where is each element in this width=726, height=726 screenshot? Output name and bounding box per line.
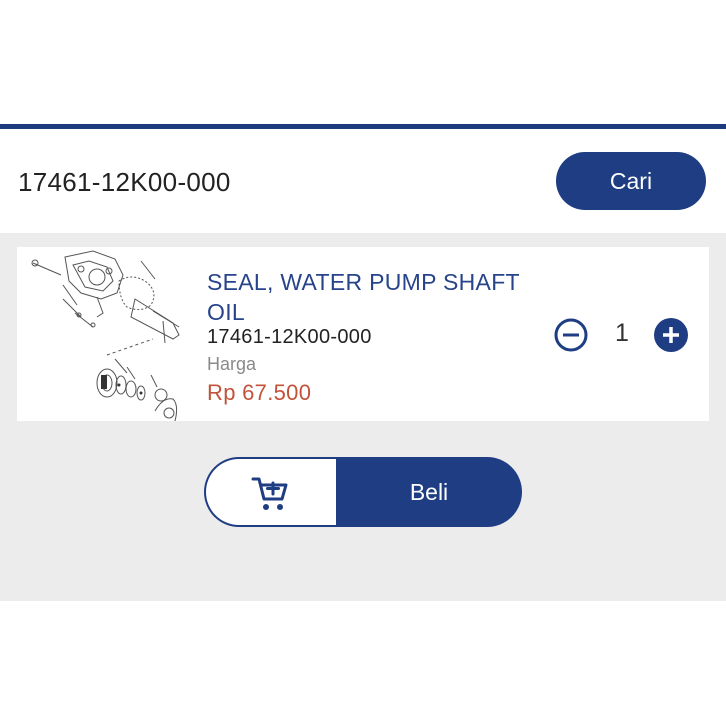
decrease-quantity-button[interactable]: [553, 317, 589, 353]
buy-button[interactable]: Beli: [336, 457, 522, 527]
purchase-actions: Beli: [204, 457, 522, 527]
search-button[interactable]: Cari: [556, 152, 706, 210]
quantity-value[interactable]: 1: [611, 319, 633, 348]
search-bar: 17461-12K00-000 Cari: [0, 129, 726, 233]
quantity-stepper: 1: [553, 317, 689, 353]
product-code: 17461-12K00-000: [207, 326, 372, 348]
plus-circle-icon: [654, 318, 688, 352]
add-to-cart-button[interactable]: [204, 457, 336, 527]
product-name[interactable]: SEAL, WATER PUMP SHAFT OIL: [207, 267, 547, 327]
increase-quantity-button[interactable]: [653, 317, 689, 353]
price-label: Harga: [207, 354, 257, 374]
price-value: Rp 67.500: [207, 380, 312, 405]
content-area: SEAL, WATER PUMP SHAFT OIL 17461-12K00-0…: [0, 233, 726, 601]
parts-diagram-image: [31, 250, 180, 421]
cart-icon: [251, 477, 288, 510]
search-input[interactable]: 17461-12K00-000: [18, 167, 231, 198]
minus-circle-icon: [554, 318, 588, 352]
product-card: SEAL, WATER PUMP SHAFT OIL 17461-12K00-0…: [17, 247, 709, 421]
